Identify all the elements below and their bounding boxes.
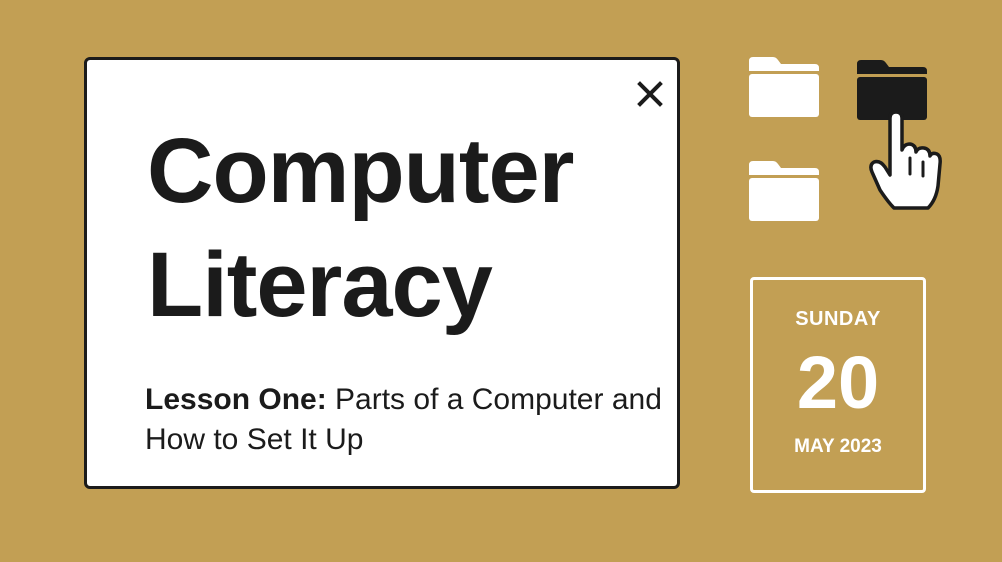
calendar-month-year: MAY 2023 xyxy=(794,436,882,457)
folder-icon xyxy=(749,57,819,117)
folder-item-3[interactable] xyxy=(747,159,821,223)
close-button[interactable] xyxy=(634,78,666,110)
lesson-subtitle: Lesson One: Parts of a Computer and How … xyxy=(145,380,675,460)
title-line-1: Computer xyxy=(147,120,574,222)
folder-item-1[interactable] xyxy=(747,55,821,119)
lesson-number: Lesson One: xyxy=(145,383,327,416)
title-line-2: Literacy xyxy=(147,234,493,336)
calendar-day: SUNDAY xyxy=(795,308,881,330)
calendar-widget: SUNDAY 20 MAY 2023 xyxy=(750,277,926,493)
folder-icon xyxy=(749,161,819,221)
calendar-date: 20 xyxy=(796,341,880,424)
page-title: Computer Literacy xyxy=(147,114,574,342)
hand-pointer-icon xyxy=(869,110,942,210)
close-icon xyxy=(637,81,663,107)
hand-pointer-cursor xyxy=(868,110,942,212)
lesson-dialog: Computer Literacy Lesson One: Parts of a… xyxy=(84,57,680,489)
